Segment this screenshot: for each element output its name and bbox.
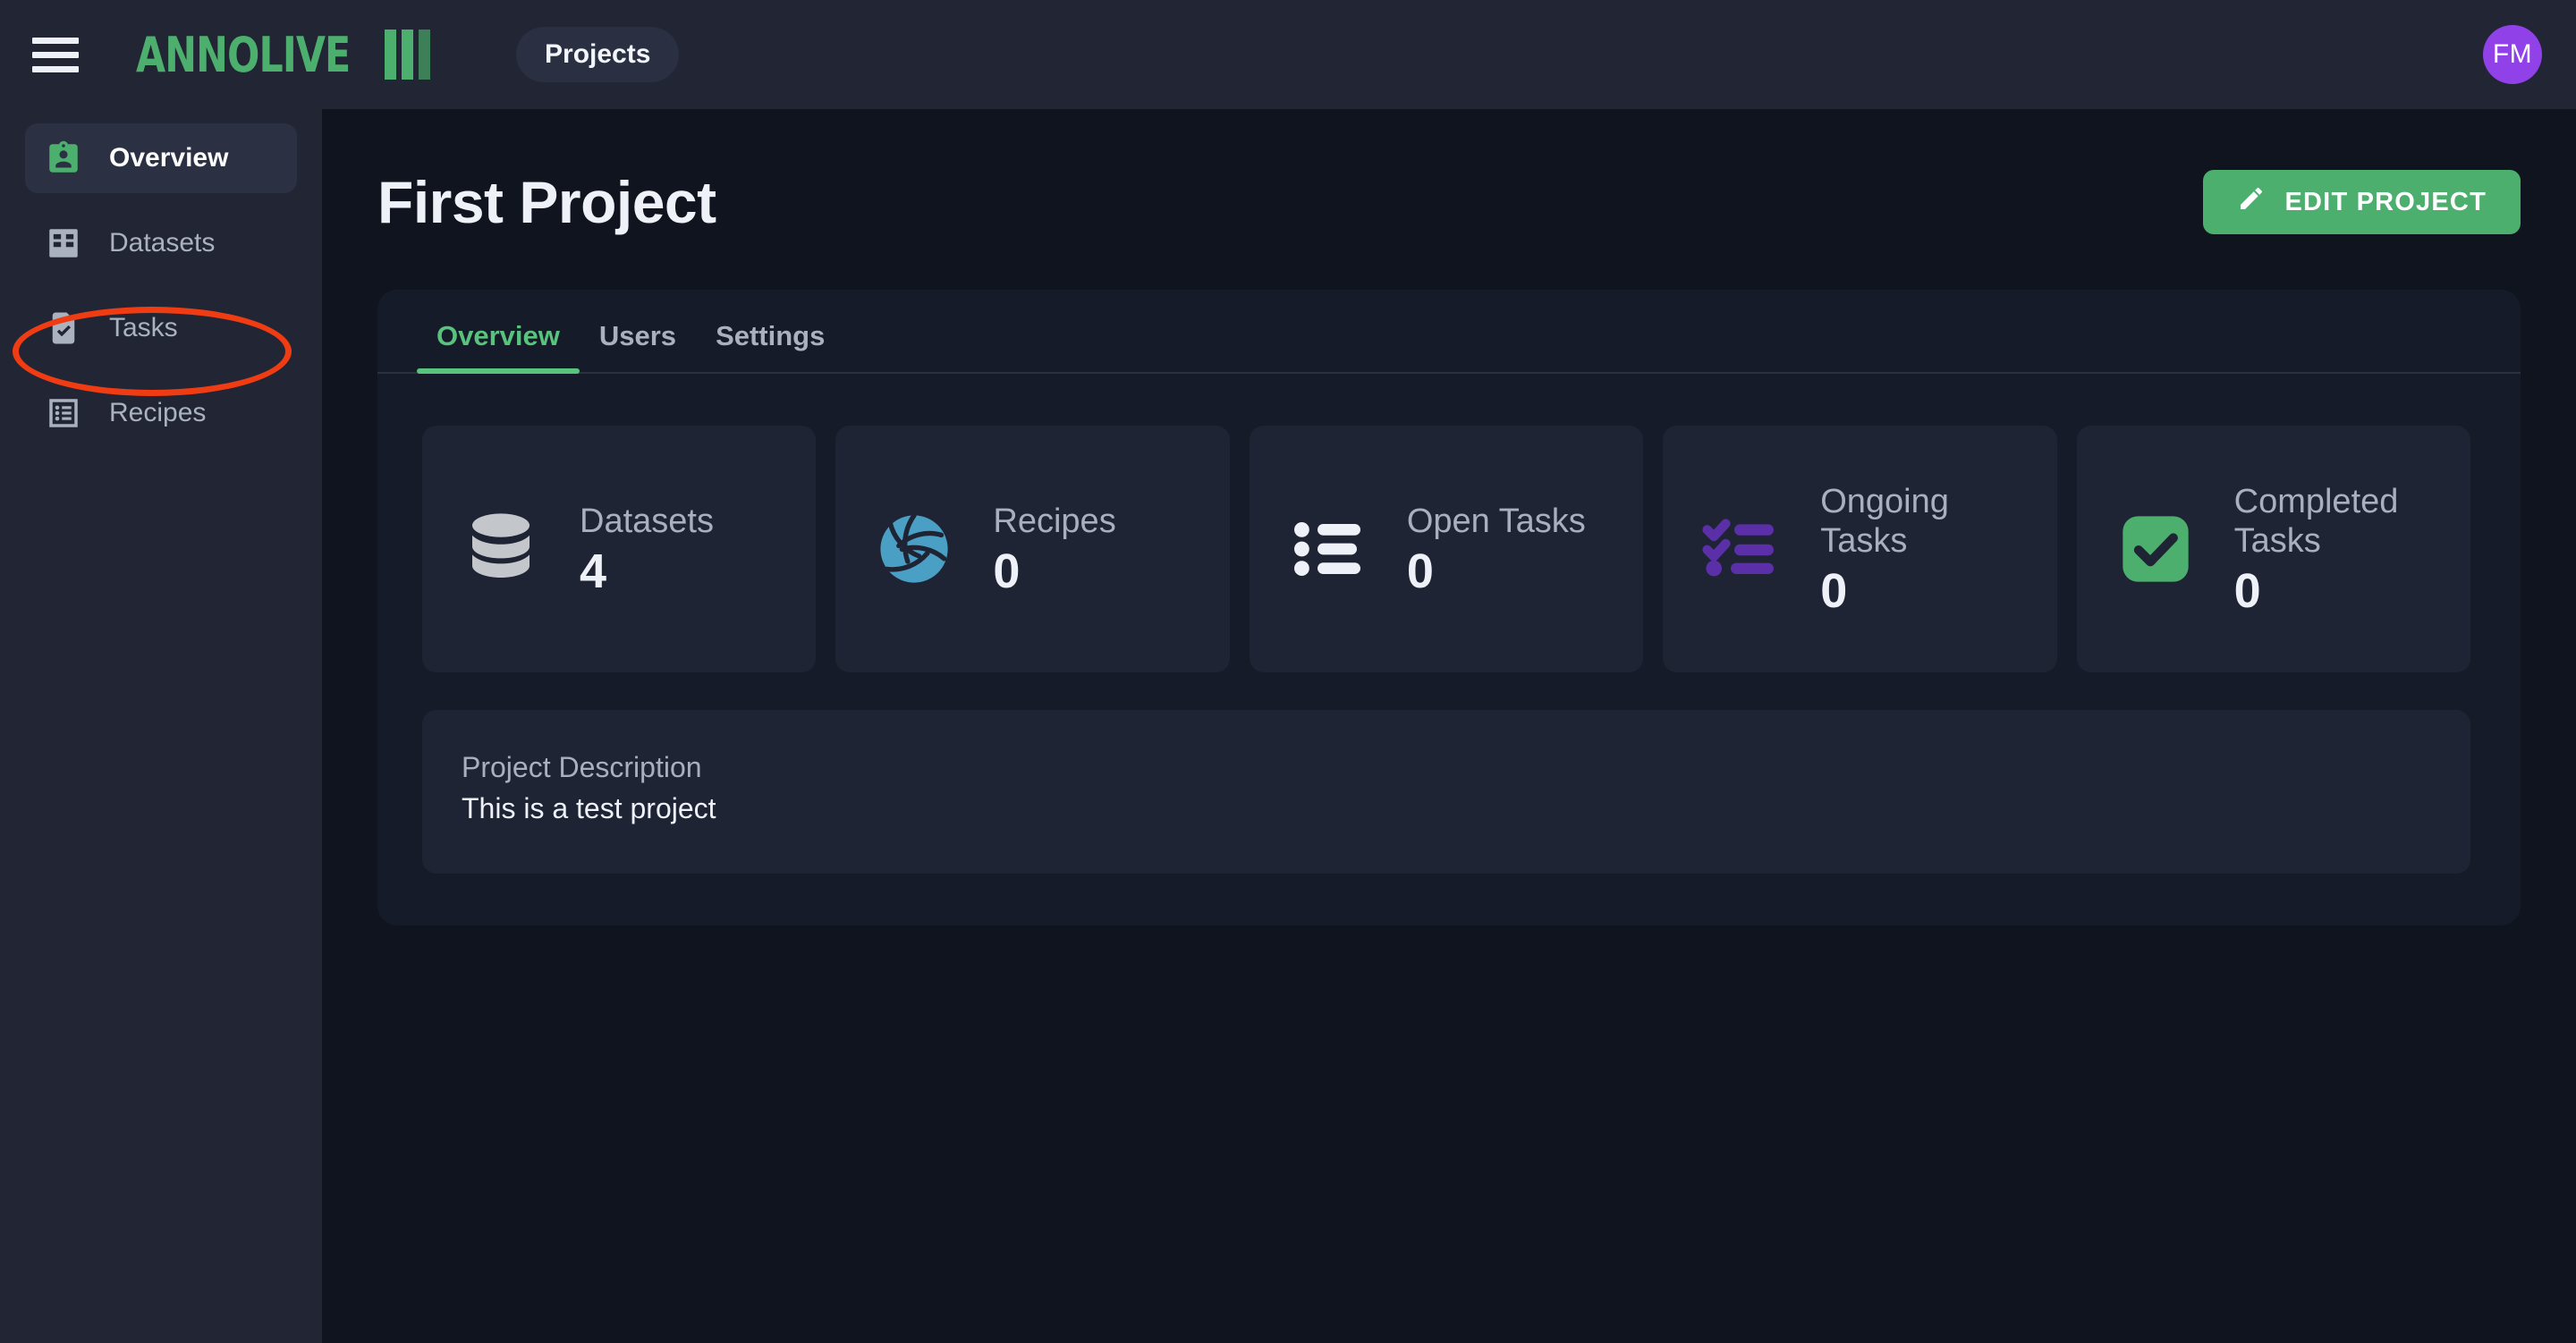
stat-value: 0 bbox=[1406, 544, 1434, 598]
app-logo[interactable]: ANNOLIVE bbox=[136, 26, 431, 83]
stat-card-datasets[interactable]: Datasets 4 bbox=[422, 426, 817, 672]
top-bar: ANNOLIVE Projects FM bbox=[0, 0, 2576, 109]
checklist-icon bbox=[1693, 506, 1790, 592]
main-content: First Project EDIT PROJECT Overview User… bbox=[322, 109, 2576, 1343]
project-detail-card: Overview Users Settings Datasets 4 Recip… bbox=[377, 290, 2521, 926]
avatar-initials: FM bbox=[2492, 39, 2533, 69]
pencil-icon bbox=[2237, 184, 2266, 220]
app-logo-text: ANNOLIVE bbox=[136, 26, 351, 83]
stat-card-recipes[interactable]: Recipes 0 bbox=[835, 426, 1230, 672]
volleyball-icon bbox=[866, 506, 962, 592]
tab-bar: Overview Users Settings bbox=[377, 290, 2521, 374]
stat-body: Datasets 4 bbox=[580, 502, 714, 597]
stat-label: Completed Tasks bbox=[2233, 482, 2399, 560]
stat-card-ongoing-tasks[interactable]: Ongoing Tasks 0 bbox=[1663, 426, 2057, 672]
stat-value: 4 bbox=[580, 544, 607, 598]
document-check-icon bbox=[45, 309, 82, 347]
breadcrumb-projects-label: Projects bbox=[545, 39, 651, 69]
bulleted-list-icon bbox=[1280, 506, 1377, 592]
database-icon bbox=[453, 506, 549, 592]
tab-label: Settings bbox=[716, 320, 826, 351]
edit-project-button[interactable]: EDIT PROJECT bbox=[2202, 170, 2521, 234]
sidebar: Overview Datasets Tasks Recipes bbox=[0, 109, 322, 1343]
edit-project-button-label: EDIT PROJECT bbox=[2284, 187, 2487, 216]
hamburger-bar-3 bbox=[32, 65, 79, 72]
stat-value: 0 bbox=[1820, 563, 1848, 618]
sidebar-item-label: Datasets bbox=[109, 228, 216, 258]
stat-card-row: Datasets 4 Recipes 0 Open Tasks 0 Ongoin… bbox=[377, 374, 2521, 672]
sidebar-item-tasks[interactable]: Tasks bbox=[25, 293, 297, 363]
app-logo-bars-icon bbox=[385, 30, 431, 80]
tab-label: Users bbox=[598, 320, 677, 351]
stat-body: Recipes 0 bbox=[993, 502, 1115, 597]
stat-label: Recipes bbox=[993, 502, 1116, 540]
sidebar-item-recipes[interactable]: Recipes bbox=[25, 378, 297, 448]
hamburger-menu-icon[interactable] bbox=[32, 26, 89, 83]
tab-users[interactable]: Users bbox=[580, 320, 696, 372]
list-box-icon bbox=[45, 394, 82, 432]
avatar[interactable]: FM bbox=[2483, 25, 2542, 84]
project-description-label: Project Description bbox=[462, 751, 702, 783]
hamburger-bar-2 bbox=[32, 51, 79, 58]
page-title: First Project bbox=[377, 169, 716, 235]
sidebar-item-label: Tasks bbox=[109, 313, 178, 342]
grid-table-icon bbox=[45, 224, 82, 262]
page-header: First Project EDIT PROJECT bbox=[322, 109, 2576, 236]
stat-label: Datasets bbox=[580, 502, 714, 540]
stat-card-open-tasks[interactable]: Open Tasks 0 bbox=[1249, 426, 1644, 672]
stat-value: 0 bbox=[2233, 563, 2261, 618]
badge-person-icon bbox=[45, 139, 82, 177]
project-description-value: This is a test project bbox=[462, 791, 716, 824]
tab-overview[interactable]: Overview bbox=[417, 320, 580, 374]
sidebar-item-datasets[interactable]: Datasets bbox=[25, 208, 297, 278]
stat-body: Ongoing Tasks 0 bbox=[1820, 482, 2026, 617]
sidebar-item-overview[interactable]: Overview bbox=[25, 123, 297, 193]
stat-card-completed-tasks[interactable]: Completed Tasks 0 bbox=[2076, 426, 2471, 672]
stat-body: Open Tasks 0 bbox=[1407, 502, 1586, 597]
tab-settings[interactable]: Settings bbox=[696, 320, 844, 372]
hamburger-bar-1 bbox=[32, 37, 79, 44]
tab-label: Overview bbox=[436, 320, 560, 351]
stat-value: 0 bbox=[993, 544, 1021, 598]
stat-body: Completed Tasks 0 bbox=[2234, 482, 2440, 617]
stat-label: Ongoing Tasks bbox=[1820, 482, 1949, 560]
breadcrumb-projects-chip[interactable]: Projects bbox=[516, 27, 680, 82]
stat-label: Open Tasks bbox=[1406, 502, 1586, 540]
project-description-card: Project Description This is a test proje… bbox=[422, 710, 2470, 874]
sidebar-item-label: Recipes bbox=[109, 398, 207, 427]
check-square-icon bbox=[2107, 510, 2204, 588]
sidebar-item-label: Overview bbox=[109, 143, 229, 173]
